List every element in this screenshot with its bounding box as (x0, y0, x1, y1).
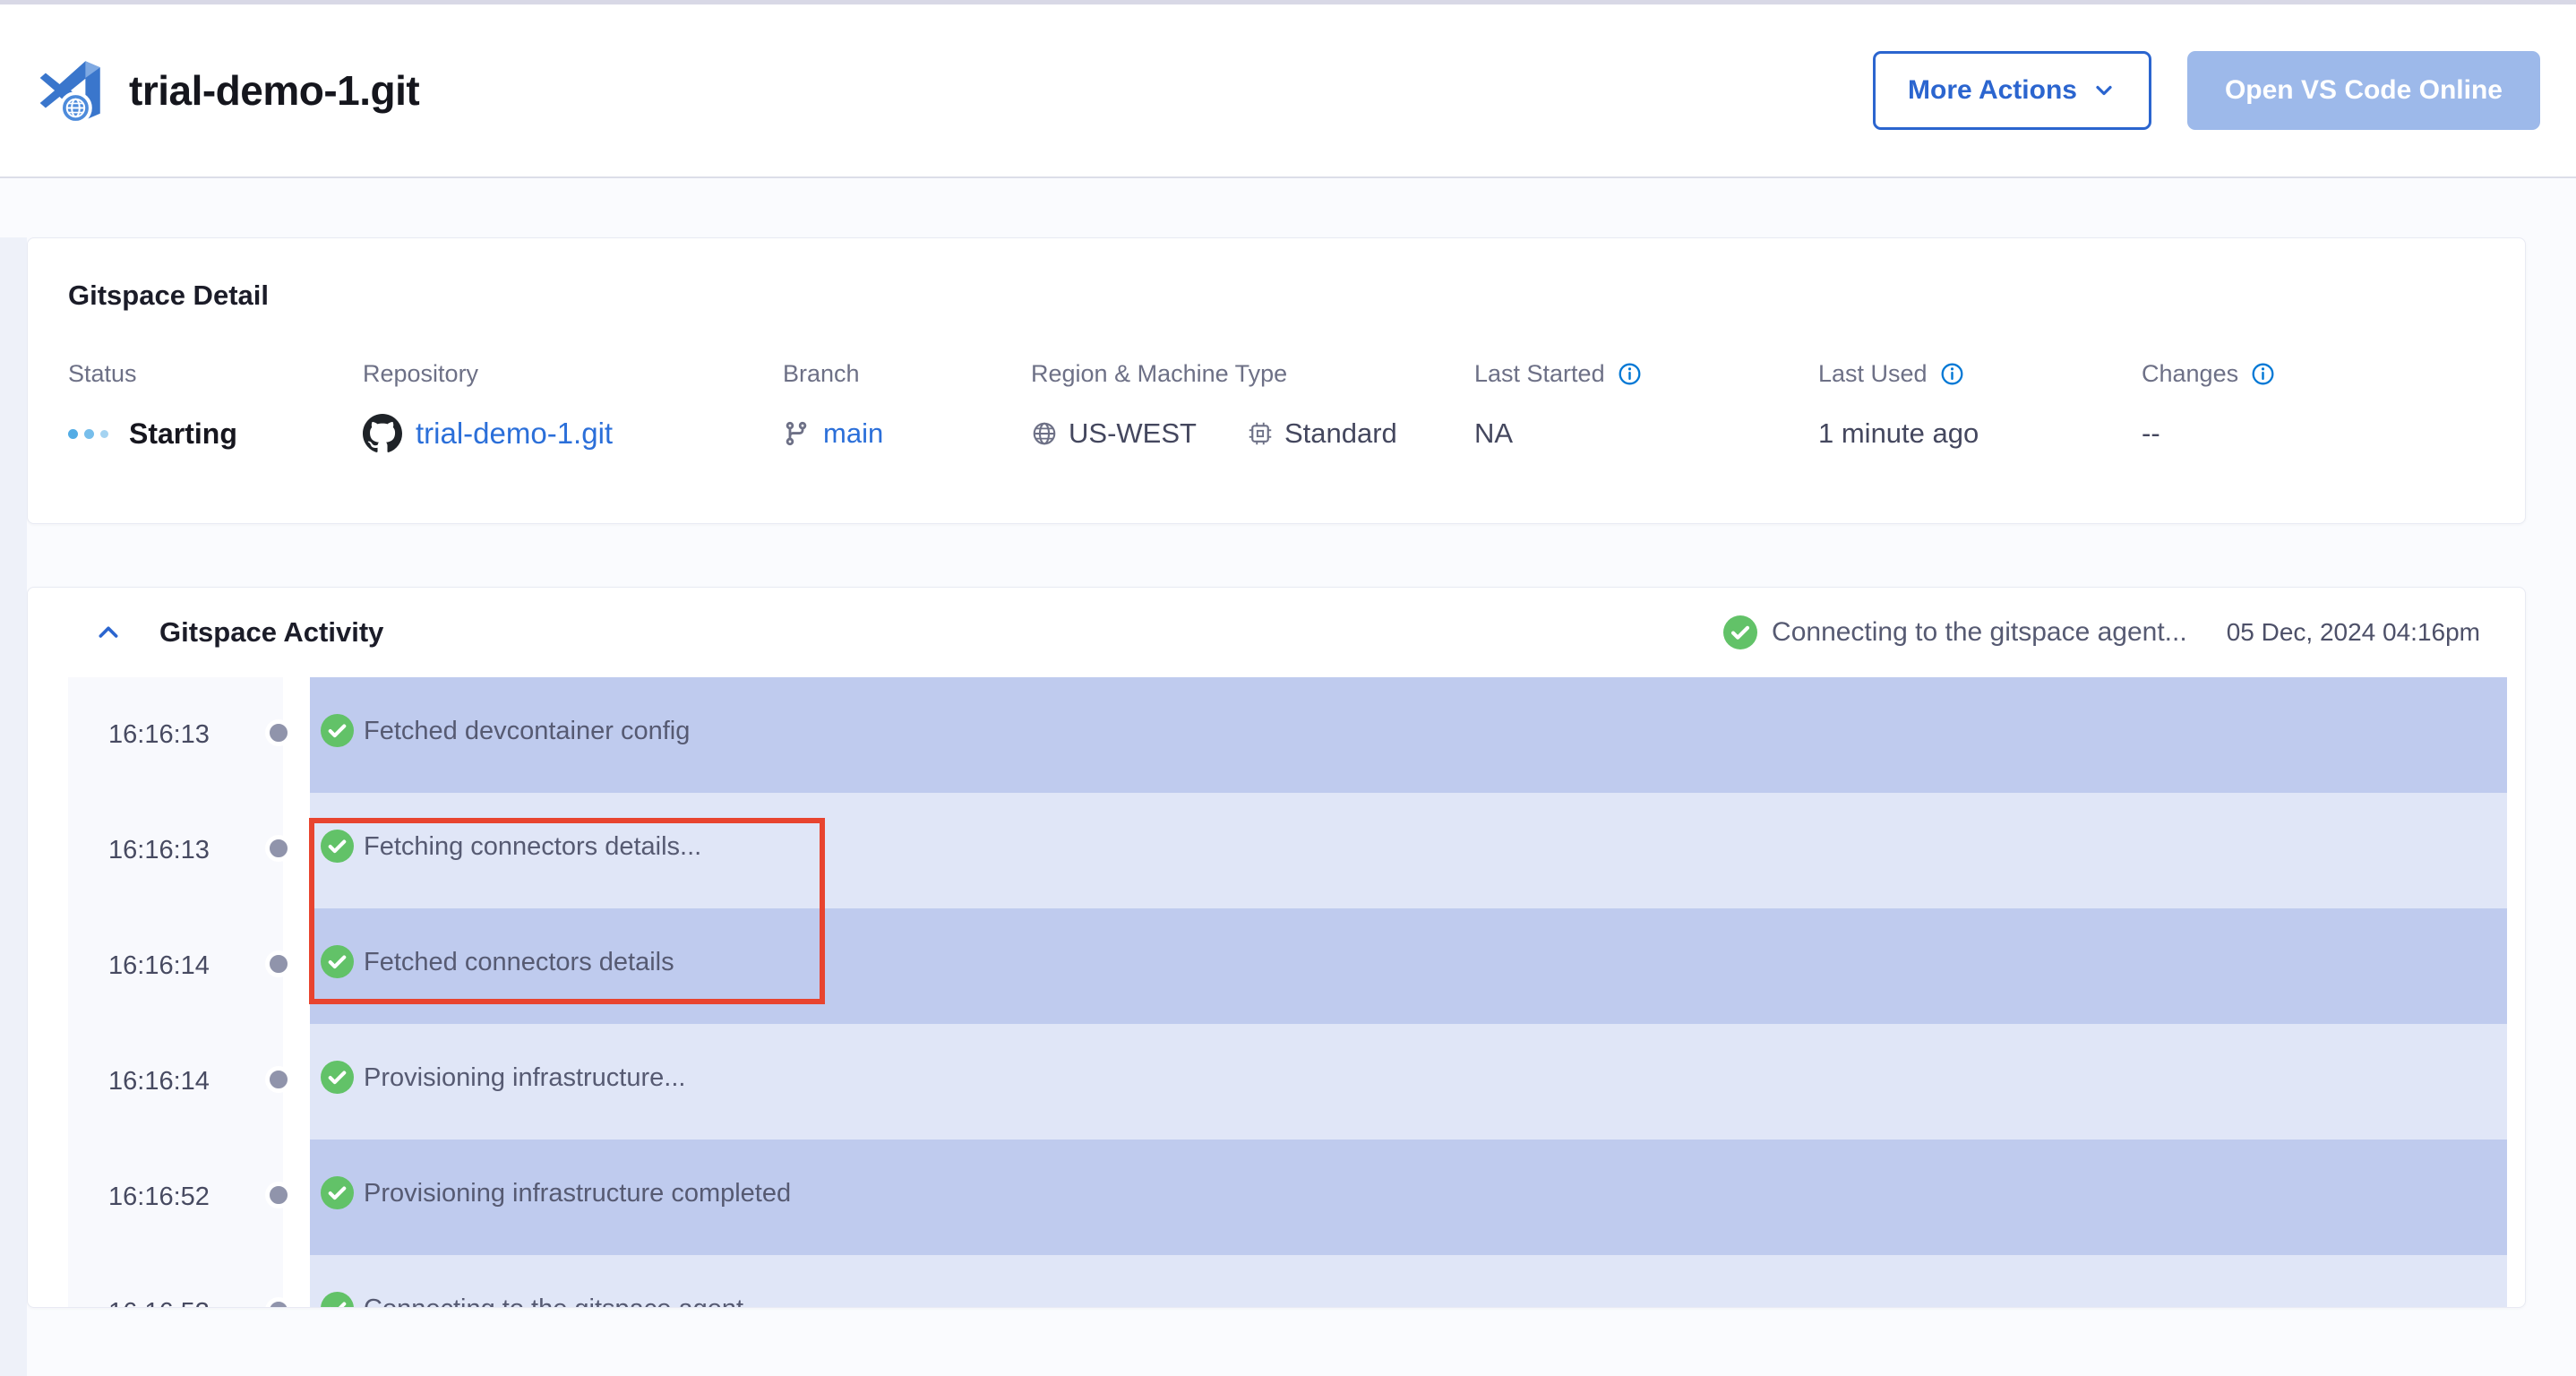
info-icon[interactable] (1618, 362, 1642, 386)
field-repository: Repository trial-demo-1.git (363, 360, 783, 455)
chevron-down-icon (2091, 78, 2117, 103)
changes-label: Changes (2142, 360, 2238, 388)
info-icon[interactable] (2251, 362, 2275, 386)
left-edge-strip (0, 237, 27, 1376)
field-last-used: Last Used 1 minute ago (1818, 360, 2142, 455)
log-row-body: Fetched connectors details (310, 908, 2507, 1024)
more-actions-label: More Actions (1908, 75, 2077, 106)
branch-link[interactable]: main (823, 417, 883, 450)
last-started-label: Last Started (1474, 360, 1605, 388)
success-check-icon (321, 714, 354, 747)
activity-title: Gitspace Activity (159, 616, 383, 649)
collapse-chevron-up-icon[interactable] (93, 617, 124, 648)
log-row: 16:16:13 Fetched devcontainer config (28, 677, 2525, 793)
field-last-started: Last Started NA (1474, 360, 1818, 455)
log-timestamp: 16:16:52 (68, 1140, 283, 1255)
repository-label: Repository (363, 360, 783, 388)
machine-type-value: Standard (1284, 417, 1397, 450)
region-value: US-WEST (1069, 417, 1197, 450)
timeline-dot-icon (265, 719, 292, 746)
branch-label: Branch (783, 360, 1031, 388)
log-row-body: Provisioning infrastructure... (310, 1024, 2507, 1140)
status-loading-dots-icon (68, 429, 108, 439)
last-started-value: NA (1474, 412, 1818, 455)
app-header: trial-demo-1.git More Actions Open VS Co… (0, 4, 2576, 178)
brand: trial-demo-1.git (36, 56, 419, 125)
more-actions-button[interactable]: More Actions (1873, 51, 2151, 130)
vscode-globe-icon (36, 56, 106, 125)
success-check-icon (321, 1061, 354, 1094)
globe-icon (1031, 420, 1058, 447)
activity-log-list[interactable]: 16:16:13Fetched devcontainer config16:16… (28, 677, 2525, 1307)
activity-status-text: Connecting to the gitspace agent... (1772, 617, 2187, 648)
activity-header: Gitspace Activity Connecting to the gits… (28, 588, 2525, 677)
success-check-icon (321, 945, 354, 978)
timeline-dot-icon (265, 950, 292, 977)
machine-chip-icon (1247, 420, 1274, 447)
last-used-label: Last Used (1818, 360, 1928, 388)
status-label: Status (68, 360, 363, 388)
log-row: 16:16:13 Fetching connectors details... (28, 793, 2525, 908)
log-message: Fetched devcontainer config (364, 717, 690, 746)
detail-fields: Status Starting Repository trial-demo-1.… (68, 360, 2485, 455)
log-row: 16:16:14 Fetched connectors details (28, 908, 2525, 1024)
field-status: Status Starting (68, 360, 363, 455)
status-value: Starting (129, 417, 237, 451)
log-timestamp: 16:16:13 (68, 677, 283, 793)
log-row-body: Fetching connectors details... (310, 793, 2507, 908)
page-content: Gitspace Detail Status Starting Reposito… (0, 237, 2576, 1376)
header-actions: More Actions Open VS Code Online (1873, 51, 2540, 130)
last-used-value: 1 minute ago (1818, 412, 2142, 455)
info-icon[interactable] (1940, 362, 1964, 386)
timeline-gutter (283, 1255, 310, 1307)
log-row: 16:16:52 Provisioning infrastructure comp… (28, 1140, 2525, 1255)
github-icon (363, 414, 402, 453)
field-branch: Branch main (783, 360, 1031, 455)
success-check-icon (321, 830, 354, 863)
log-message: Fetching connectors details... (364, 832, 701, 862)
log-message: Provisioning infrastructure... (364, 1063, 685, 1093)
activity-timestamp: 05 Dec, 2024 04:16pm (2227, 618, 2480, 647)
repository-link[interactable]: trial-demo-1.git (416, 417, 613, 451)
page-title: trial-demo-1.git (129, 66, 419, 115)
field-changes: Changes -- (2142, 360, 2485, 455)
gitspace-detail-card: Gitspace Detail Status Starting Reposito… (27, 237, 2526, 524)
gitspace-activity-card: Gitspace Activity Connecting to the gits… (27, 587, 2526, 1308)
log-message: Provisioning infrastructure completed (364, 1179, 791, 1208)
log-timestamp: 16:16:53 (68, 1255, 283, 1307)
git-branch-icon (783, 420, 810, 447)
log-message: Fetched connectors details (364, 948, 674, 977)
log-row-body: Connecting to the gitspace agent (310, 1255, 2507, 1307)
log-row-body: Fetched devcontainer config (310, 677, 2507, 793)
log-row-body: Provisioning infrastructure completed (310, 1140, 2507, 1255)
log-timestamp: 16:16:14 (68, 1024, 283, 1140)
success-check-icon (321, 1292, 354, 1307)
log-message: Connecting to the gitspace agent (364, 1294, 743, 1307)
timeline-dot-icon (265, 1182, 292, 1208)
field-region-machine: Region & Machine Type US-WEST (1031, 360, 1474, 455)
success-check-icon (1723, 615, 1757, 649)
open-vscode-online-label: Open VS Code Online (2225, 75, 2503, 106)
region-machine-label: Region & Machine Type (1031, 360, 1474, 388)
log-row: 16:16:14 Provisioning infrastructure... (28, 1024, 2525, 1140)
log-row: 16:16:53 Connecting to the gitspace agent (28, 1255, 2525, 1307)
activity-current-status: Connecting to the gitspace agent... 05 D… (1723, 615, 2480, 649)
timeline-dot-icon (265, 1066, 292, 1093)
log-timestamp: 16:16:14 (68, 908, 283, 1024)
changes-value: -- (2142, 412, 2485, 455)
timeline-dot-icon (265, 835, 292, 862)
success-check-icon (321, 1176, 354, 1209)
detail-card-title: Gitspace Detail (68, 280, 2485, 312)
log-timestamp: 16:16:13 (68, 793, 283, 908)
open-vscode-online-button[interactable]: Open VS Code Online (2187, 51, 2540, 130)
